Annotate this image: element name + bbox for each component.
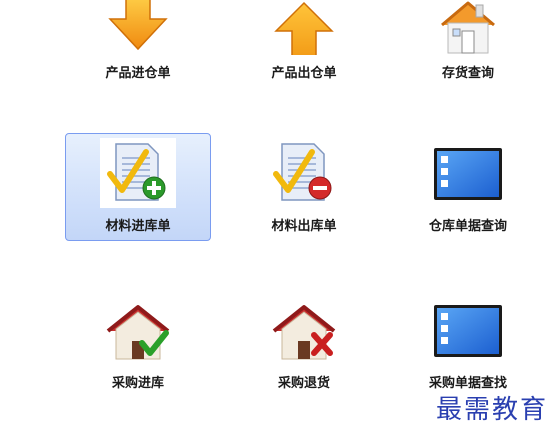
window-icon [428, 138, 508, 208]
tile-material-out[interactable]: 材料出库单 [231, 133, 377, 241]
tile-label: 仓库单据查询 [428, 219, 507, 234]
house-icon [428, 0, 508, 55]
document-check-add-icon [98, 138, 178, 208]
document-check-remove-icon [264, 138, 344, 208]
tile-label: 存货查询 [441, 66, 494, 81]
house-x-icon [264, 295, 344, 365]
tile-purchase-doc-search[interactable]: 采购单据查找 [395, 290, 541, 398]
tile-stock-query[interactable]: 存货查询 [395, 0, 541, 88]
tile-material-in[interactable]: 材料进库单 [65, 133, 211, 241]
tile-purchase-return[interactable]: 采购退货 [231, 290, 377, 398]
tile-label: 采购退货 [277, 376, 330, 391]
house-check-icon [98, 295, 178, 365]
tile-warehouse-doc-query[interactable]: 仓库单据查询 [395, 133, 541, 241]
tile-label: 产品出仓单 [271, 66, 337, 81]
tile-purchase-in[interactable]: 采购进库 [65, 290, 211, 398]
tile-label: 产品进仓单 [105, 66, 171, 81]
window-icon [428, 295, 508, 365]
tile-product-in[interactable]: 产品进仓单 [65, 0, 211, 88]
tile-product-out[interactable]: 产品出仓单 [231, 0, 377, 88]
tile-label: 材料出库单 [271, 219, 337, 234]
tile-label: 材料进库单 [105, 219, 171, 234]
arrow-up-icon [264, 0, 344, 60]
arrow-down-icon [98, 0, 178, 55]
watermark: 最需教育 [435, 395, 548, 425]
tile-label: 采购进库 [111, 376, 164, 391]
